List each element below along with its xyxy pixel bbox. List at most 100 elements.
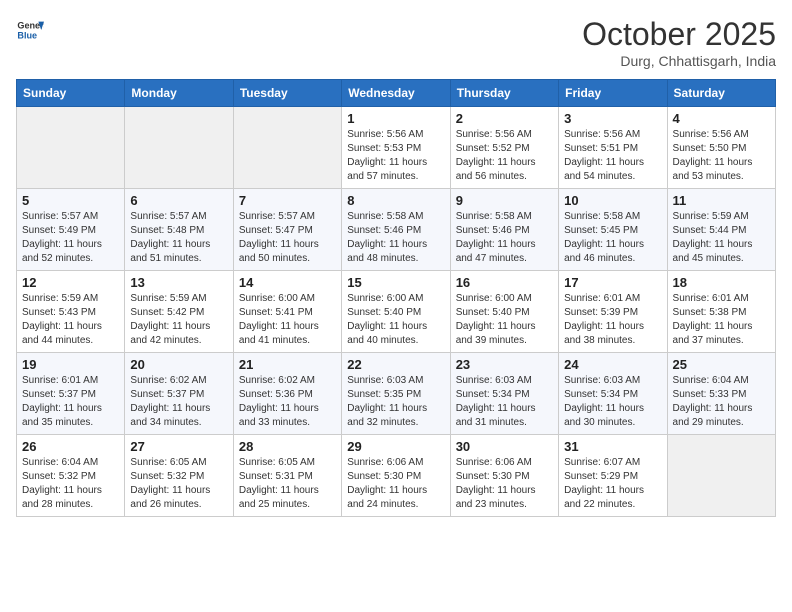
month-title: October 2025	[582, 16, 776, 53]
calendar-cell	[17, 107, 125, 189]
day-info: Sunrise: 6:00 AM Sunset: 5:41 PM Dayligh…	[239, 292, 336, 348]
calendar-cell: 4Sunrise: 5:56 AM Sunset: 5:50 PM Daylig…	[667, 107, 775, 189]
calendar-cell: 10 Sunrise: 5:58 AM Sunset: 5:45 PM Dayli…	[559, 189, 667, 271]
day-info: Sunrise: 5:58 AM Sunset: 5:46 PM Dayligh…	[456, 210, 553, 266]
day-info: Sunrise: 5:59 AM Sunset: 5:43 PM Dayligh…	[22, 292, 119, 348]
calendar-cell: 3Sunrise: 5:56 AM Sunset: 5:51 PM Daylig…	[559, 107, 667, 189]
calendar-cell: 13 Sunrise: 5:59 AM Sunset: 5:42 PM Dayli…	[125, 271, 233, 353]
day-number: 26	[22, 439, 119, 454]
day-info: Sunrise: 5:59 AM Sunset: 5:44 PM Dayligh…	[673, 210, 770, 266]
day-number: 17	[564, 275, 661, 290]
calendar-cell: 11 Sunrise: 5:59 AM Sunset: 5:44 PM Dayli…	[667, 189, 775, 271]
location: Durg, Chhattisgarh, India	[582, 53, 776, 69]
day-info: Sunrise: 6:03 AM Sunset: 5:34 PM Dayligh…	[564, 374, 661, 430]
weekday-header-tuesday: Tuesday	[233, 80, 341, 107]
calendar-cell: 20 Sunrise: 6:02 AM Sunset: 5:37 PM Dayli…	[125, 353, 233, 435]
day-number: 21	[239, 357, 336, 372]
calendar-week-5: 26 Sunrise: 6:04 AM Sunset: 5:32 PM Dayli…	[17, 435, 776, 517]
day-number: 22	[347, 357, 444, 372]
calendar-cell: 16 Sunrise: 6:00 AM Sunset: 5:40 PM Dayli…	[450, 271, 558, 353]
day-number: 11	[673, 193, 770, 208]
logo: General Blue	[16, 16, 44, 44]
day-number: 28	[239, 439, 336, 454]
svg-text:Blue: Blue	[17, 30, 37, 40]
day-number: 6	[130, 193, 227, 208]
calendar-cell	[667, 435, 775, 517]
day-number: 1	[347, 111, 444, 126]
calendar-week-4: 19Sunrise: 6:01 AM Sunset: 5:37 PM Dayli…	[17, 353, 776, 435]
day-info: Sunrise: 6:01 AM Sunset: 5:39 PM Dayligh…	[564, 292, 661, 348]
day-info: Sunrise: 5:58 AM Sunset: 5:46 PM Dayligh…	[347, 210, 444, 266]
day-info: Sunrise: 5:59 AM Sunset: 5:42 PM Dayligh…	[130, 292, 227, 348]
calendar-cell: 30 Sunrise: 6:06 AM Sunset: 5:30 PM Dayli…	[450, 435, 558, 517]
calendar-week-1: 1Sunrise: 5:56 AM Sunset: 5:53 PM Daylig…	[17, 107, 776, 189]
day-number: 31	[564, 439, 661, 454]
day-number: 27	[130, 439, 227, 454]
calendar-cell: 8 Sunrise: 5:58 AM Sunset: 5:46 PM Daylig…	[342, 189, 450, 271]
day-info: Sunrise: 5:56 AM Sunset: 5:50 PM Dayligh…	[673, 128, 770, 184]
calendar-cell: 14 Sunrise: 6:00 AM Sunset: 5:41 PM Dayli…	[233, 271, 341, 353]
day-info: Sunrise: 6:01 AM Sunset: 5:38 PM Dayligh…	[673, 292, 770, 348]
day-number: 15	[347, 275, 444, 290]
calendar-cell: 2Sunrise: 5:56 AM Sunset: 5:52 PM Daylig…	[450, 107, 558, 189]
day-number: 12	[22, 275, 119, 290]
weekday-header-wednesday: Wednesday	[342, 80, 450, 107]
calendar-cell: 9Sunrise: 5:58 AM Sunset: 5:46 PM Daylig…	[450, 189, 558, 271]
weekday-header-monday: Monday	[125, 80, 233, 107]
day-info: Sunrise: 6:01 AM Sunset: 5:37 PM Dayligh…	[22, 374, 119, 430]
day-info: Sunrise: 6:04 AM Sunset: 5:33 PM Dayligh…	[673, 374, 770, 430]
day-number: 25	[673, 357, 770, 372]
day-number: 14	[239, 275, 336, 290]
calendar-cell: 25 Sunrise: 6:04 AM Sunset: 5:33 PM Dayli…	[667, 353, 775, 435]
day-info: Sunrise: 5:57 AM Sunset: 5:47 PM Dayligh…	[239, 210, 336, 266]
calendar-cell: 6 Sunrise: 5:57 AM Sunset: 5:48 PM Daylig…	[125, 189, 233, 271]
day-info: Sunrise: 5:57 AM Sunset: 5:49 PM Dayligh…	[22, 210, 119, 266]
day-info: Sunrise: 6:05 AM Sunset: 5:31 PM Dayligh…	[239, 456, 336, 512]
day-info: Sunrise: 6:00 AM Sunset: 5:40 PM Dayligh…	[456, 292, 553, 348]
day-number: 10	[564, 193, 661, 208]
calendar-cell: 17 Sunrise: 6:01 AM Sunset: 5:39 PM Dayli…	[559, 271, 667, 353]
day-info: Sunrise: 5:58 AM Sunset: 5:45 PM Dayligh…	[564, 210, 661, 266]
day-info: Sunrise: 6:03 AM Sunset: 5:35 PM Dayligh…	[347, 374, 444, 430]
title-area: October 2025 Durg, Chhattisgarh, India	[582, 16, 776, 69]
day-info: Sunrise: 6:06 AM Sunset: 5:30 PM Dayligh…	[347, 456, 444, 512]
calendar-cell	[233, 107, 341, 189]
day-number: 20	[130, 357, 227, 372]
day-info: Sunrise: 6:02 AM Sunset: 5:37 PM Dayligh…	[130, 374, 227, 430]
weekday-header-thursday: Thursday	[450, 80, 558, 107]
day-number: 2	[456, 111, 553, 126]
weekday-header-sunday: Sunday	[17, 80, 125, 107]
calendar-cell: 22 Sunrise: 6:03 AM Sunset: 5:35 PM Dayli…	[342, 353, 450, 435]
day-number: 30	[456, 439, 553, 454]
calendar-week-3: 12 Sunrise: 5:59 AM Sunset: 5:43 PM Dayli…	[17, 271, 776, 353]
day-number: 16	[456, 275, 553, 290]
calendar-cell: 24 Sunrise: 6:03 AM Sunset: 5:34 PM Dayli…	[559, 353, 667, 435]
day-number: 8	[347, 193, 444, 208]
day-number: 29	[347, 439, 444, 454]
day-info: Sunrise: 6:07 AM Sunset: 5:29 PM Dayligh…	[564, 456, 661, 512]
day-info: Sunrise: 6:04 AM Sunset: 5:32 PM Dayligh…	[22, 456, 119, 512]
calendar-cell: 1Sunrise: 5:56 AM Sunset: 5:53 PM Daylig…	[342, 107, 450, 189]
day-number: 18	[673, 275, 770, 290]
day-info: Sunrise: 6:06 AM Sunset: 5:30 PM Dayligh…	[456, 456, 553, 512]
weekday-header-row: SundayMondayTuesdayWednesdayThursdayFrid…	[17, 80, 776, 107]
day-number: 5	[22, 193, 119, 208]
calendar-cell	[125, 107, 233, 189]
calendar-cell: 12 Sunrise: 5:59 AM Sunset: 5:43 PM Dayli…	[17, 271, 125, 353]
calendar-cell: 5 Sunrise: 5:57 AM Sunset: 5:49 PM Daylig…	[17, 189, 125, 271]
calendar-week-2: 5 Sunrise: 5:57 AM Sunset: 5:49 PM Daylig…	[17, 189, 776, 271]
calendar-cell: 15 Sunrise: 6:00 AM Sunset: 5:40 PM Dayli…	[342, 271, 450, 353]
day-info: Sunrise: 6:00 AM Sunset: 5:40 PM Dayligh…	[347, 292, 444, 348]
day-info: Sunrise: 6:05 AM Sunset: 5:32 PM Dayligh…	[130, 456, 227, 512]
calendar-cell: 23 Sunrise: 6:03 AM Sunset: 5:34 PM Dayli…	[450, 353, 558, 435]
day-number: 13	[130, 275, 227, 290]
day-number: 23	[456, 357, 553, 372]
day-info: Sunrise: 6:03 AM Sunset: 5:34 PM Dayligh…	[456, 374, 553, 430]
calendar-cell: 31 Sunrise: 6:07 AM Sunset: 5:29 PM Dayli…	[559, 435, 667, 517]
calendar-cell: 26 Sunrise: 6:04 AM Sunset: 5:32 PM Dayli…	[17, 435, 125, 517]
day-number: 24	[564, 357, 661, 372]
calendar-cell: 27 Sunrise: 6:05 AM Sunset: 5:32 PM Dayli…	[125, 435, 233, 517]
day-info: Sunrise: 5:57 AM Sunset: 5:48 PM Dayligh…	[130, 210, 227, 266]
calendar-table: SundayMondayTuesdayWednesdayThursdayFrid…	[16, 79, 776, 517]
calendar-cell: 28 Sunrise: 6:05 AM Sunset: 5:31 PM Dayli…	[233, 435, 341, 517]
